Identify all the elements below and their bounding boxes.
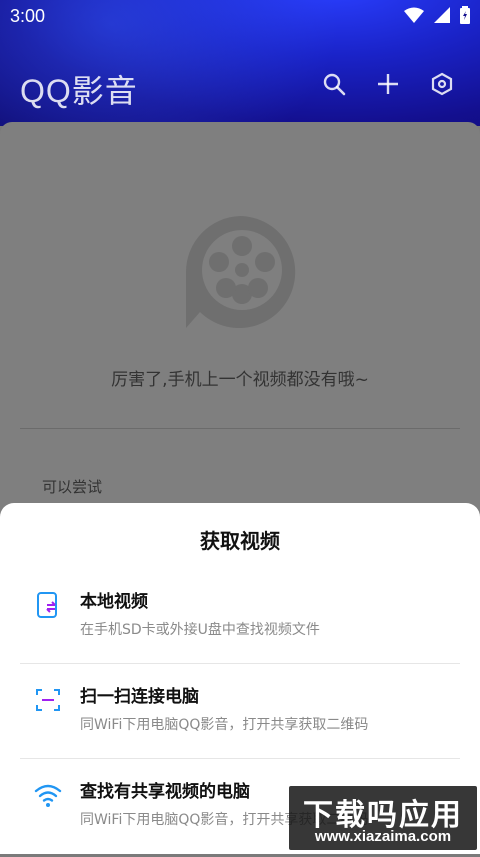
add-button[interactable] xyxy=(374,70,402,98)
search-button[interactable] xyxy=(320,70,348,98)
option-scan-connect-pc[interactable]: 扫一扫连接电脑 同WiFi下用电脑QQ影音，打开共享获取二维码 xyxy=(0,668,480,762)
wifi-icon xyxy=(34,784,62,807)
header-actions xyxy=(320,70,456,98)
app-header: 3:00 QQ影音 xyxy=(0,0,480,126)
status-icons xyxy=(404,6,470,24)
settings-hexagon-icon xyxy=(431,72,453,96)
status-bar: 3:00 xyxy=(0,0,480,34)
scan-icon xyxy=(36,689,60,711)
wifi-status-icon xyxy=(404,7,424,23)
option-divider xyxy=(20,758,460,759)
plus-icon xyxy=(378,74,398,94)
watermark-url: www.xiazaima.com xyxy=(314,828,452,845)
option-local-video[interactable]: 本地视频 在手机SD卡或外接U盘中查找视频文件 xyxy=(0,573,480,667)
watermark: 下载吗应用 www.xiazaima.com xyxy=(289,786,477,850)
sheet-title: 获取视频 xyxy=(200,529,280,553)
signal-icon xyxy=(434,7,450,23)
empty-message: 厉害了,手机上一个视频都没有哦~ xyxy=(111,370,369,390)
settings-button[interactable] xyxy=(428,70,456,98)
status-time: 3:00 xyxy=(10,6,46,26)
option-divider xyxy=(20,663,460,664)
divider xyxy=(20,428,460,429)
app-title: QQ影音 xyxy=(20,73,138,109)
local-video-icon xyxy=(37,592,57,618)
battery-icon xyxy=(460,6,470,24)
option-desc: 同WiFi下用电脑QQ影音，打开共享获取二维码 xyxy=(80,717,369,733)
search-icon xyxy=(323,73,346,96)
option-title: 查找有共享视频的电脑 xyxy=(80,782,250,802)
option-title: 本地视频 xyxy=(80,592,148,612)
option-desc: 在手机SD卡或外接U盘中查找视频文件 xyxy=(80,622,320,638)
qq-player-logo-icon xyxy=(185,216,296,328)
try-label: 可以尝试 xyxy=(42,478,103,496)
option-title: 扫一扫连接电脑 xyxy=(80,687,199,707)
